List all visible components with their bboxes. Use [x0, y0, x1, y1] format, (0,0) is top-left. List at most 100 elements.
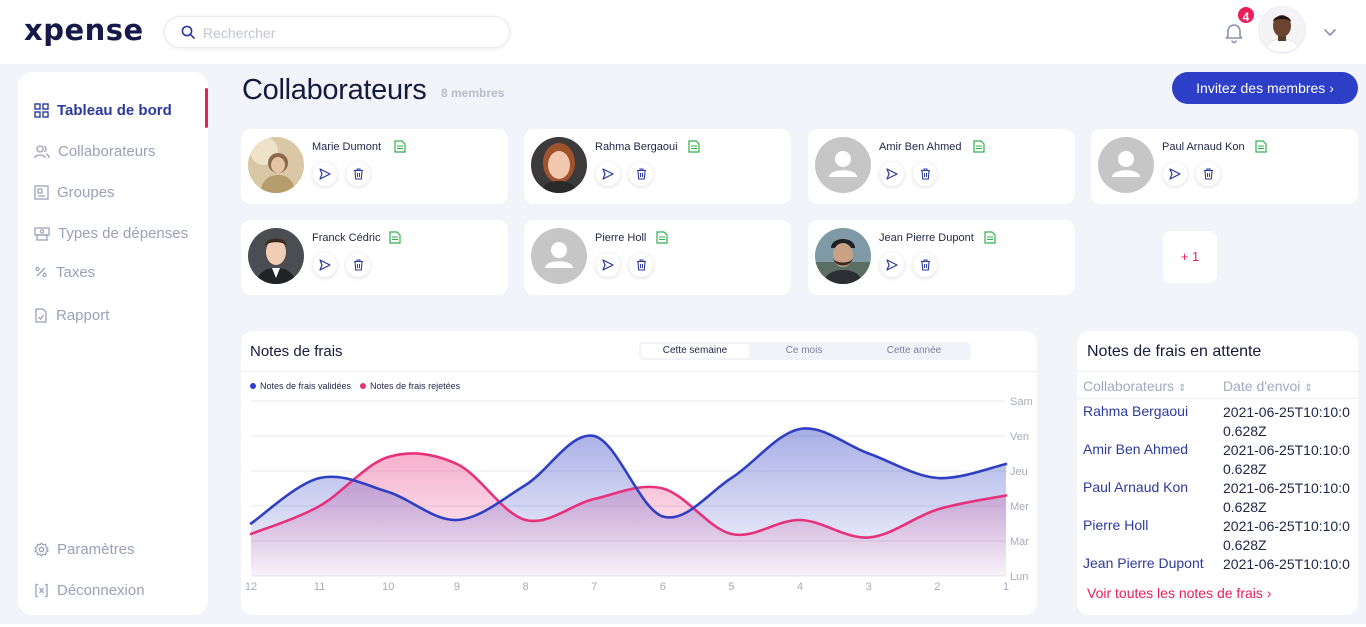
- x-tick-label: 8: [522, 581, 528, 593]
- send-icon: [602, 259, 614, 271]
- delete-button[interactable]: [913, 162, 937, 186]
- delete-button[interactable]: [913, 253, 937, 277]
- document-icon[interactable]: [394, 140, 406, 153]
- legend-item-validated[interactable]: Notes de frais validées: [250, 381, 351, 391]
- column-label: Date d'envoi: [1223, 378, 1301, 394]
- sidebar-item-dashboard[interactable]: Tableau de bord: [34, 99, 172, 121]
- period-year[interactable]: Cette année: [859, 344, 969, 358]
- member-name[interactable]: Pierre Holl: [595, 232, 646, 244]
- page-title: Collaborateurs: [242, 74, 427, 106]
- table-row-name[interactable]: Rahma Bergaoui: [1083, 403, 1188, 419]
- y-tick-label: Mer: [1010, 501, 1029, 513]
- more-members-button[interactable]: + 1: [1163, 231, 1217, 283]
- document-icon[interactable]: [973, 140, 985, 153]
- member-card: Jean Pierre Dupont: [808, 220, 1075, 295]
- y-tick-label: Lun: [1010, 571, 1028, 583]
- sidebar-item-rapport[interactable]: Rapport: [34, 304, 109, 326]
- period-week[interactable]: Cette semaine: [641, 344, 749, 358]
- sidebar-item-types-depenses[interactable]: Types de dépenses: [34, 222, 188, 244]
- column-header-date[interactable]: Date d'envoi ⇕: [1223, 378, 1313, 394]
- send-button[interactable]: [313, 162, 337, 186]
- x-tick-label: 4: [797, 581, 803, 593]
- trash-icon: [636, 168, 646, 180]
- users-icon: [34, 144, 50, 158]
- column-header-collaborateurs[interactable]: Collaborateurs ⇕: [1083, 378, 1186, 394]
- send-button[interactable]: [596, 162, 620, 186]
- member-name[interactable]: Franck Cédric: [312, 232, 380, 244]
- member-card: Franck Cédric: [241, 220, 508, 295]
- sidebar-item-parametres[interactable]: Paramètres: [34, 538, 135, 560]
- sort-icon: ⇕: [1304, 383, 1313, 394]
- document-icon[interactable]: [1255, 140, 1267, 153]
- pending-title: Notes de frais en attente: [1087, 343, 1262, 360]
- table-row-date: 2021-06-25T10:10:00.628Z: [1223, 480, 1350, 515]
- table-row-name[interactable]: Paul Arnaud Kon: [1083, 479, 1188, 495]
- document-icon[interactable]: [389, 231, 401, 244]
- see-all-link[interactable]: Voir toutes les notes de frais ›: [1087, 585, 1271, 601]
- table-row-name[interactable]: Amir Ben Ahmed: [1083, 441, 1188, 457]
- pending-table: Rahma Bergaoui 2021-06-25T10:10:00.628Z …: [1077, 401, 1358, 571]
- period-month[interactable]: Ce mois: [751, 344, 857, 358]
- send-button[interactable]: [880, 253, 904, 277]
- delete-button[interactable]: [629, 253, 653, 277]
- search-box[interactable]: [164, 16, 510, 48]
- sidebar-item-label: Types de dépenses: [58, 224, 189, 242]
- user-avatar[interactable]: [1258, 6, 1306, 54]
- percent-icon: [35, 266, 47, 278]
- send-icon: [602, 168, 614, 180]
- delete-button[interactable]: [629, 162, 653, 186]
- member-photo-placeholder: [531, 228, 587, 284]
- member-card: Amir Ben Ahmed: [808, 129, 1075, 204]
- divider: [1077, 371, 1358, 372]
- send-button[interactable]: [596, 253, 620, 277]
- document-icon[interactable]: [656, 231, 668, 244]
- gear-icon: [34, 541, 49, 557]
- table-row-date: 2021-06-25T10:10:00.628Z: [1223, 556, 1350, 571]
- member-name[interactable]: Amir Ben Ahmed: [879, 141, 962, 153]
- send-button[interactable]: [1163, 162, 1187, 186]
- sidebar-item-label: Déconnexion: [57, 581, 145, 599]
- table-row-date: 2021-06-25T10:10:00.628Z: [1223, 442, 1350, 477]
- sidebar-item-groupes[interactable]: Groupes: [34, 181, 115, 203]
- table-row-name[interactable]: Jean Pierre Dupont: [1083, 555, 1204, 571]
- member-name[interactable]: Paul Arnaud Kon: [1162, 141, 1245, 153]
- logout-icon: [35, 583, 48, 597]
- delete-button[interactable]: [346, 253, 370, 277]
- legend-label: Notes de frais rejetées: [370, 381, 461, 391]
- document-icon[interactable]: [984, 231, 996, 244]
- delete-button[interactable]: [346, 162, 370, 186]
- send-button[interactable]: [313, 253, 337, 277]
- cash-register-icon: [34, 226, 50, 241]
- member-photo: [248, 228, 304, 284]
- table-row-name[interactable]: Pierre Holl: [1083, 517, 1148, 533]
- report-icon: [35, 307, 47, 323]
- send-button[interactable]: [880, 162, 904, 186]
- x-tick-label: 1: [1003, 581, 1009, 593]
- member-photo: [248, 137, 304, 193]
- sidebar-item-taxes[interactable]: Taxes: [34, 261, 95, 283]
- member-card: Rahma Bergaoui: [524, 129, 791, 204]
- members-count: 8 membres: [441, 86, 505, 100]
- sidebar-item-collaborateurs[interactable]: Collaborateurs: [34, 140, 156, 162]
- chart-legend: Notes de frais validées Notes de frais r…: [250, 381, 469, 391]
- member-name[interactable]: Rahma Bergaoui: [595, 141, 678, 153]
- invite-members-button[interactable]: Invitez des membres ›: [1172, 72, 1358, 104]
- app-logo[interactable]: xpense: [24, 13, 144, 47]
- trash-icon: [636, 259, 646, 271]
- chevron-down-icon[interactable]: [1322, 24, 1338, 40]
- sidebar-item-label: Tableau de bord: [57, 101, 172, 119]
- pending-expenses-panel: Notes de frais en attente Collaborateurs…: [1077, 331, 1358, 615]
- sidebar-item-deconnexion[interactable]: Déconnexion: [34, 579, 145, 601]
- delete-button[interactable]: [1196, 162, 1220, 186]
- legend-label: Notes de frais validées: [260, 381, 352, 391]
- send-icon: [319, 259, 331, 271]
- series-area-validated: [251, 428, 1006, 576]
- legend-item-rejected[interactable]: Notes de frais rejetées: [360, 381, 460, 391]
- member-name[interactable]: Jean Pierre Dupont: [879, 232, 974, 244]
- divider: [241, 371, 1037, 372]
- search-input[interactable]: [203, 23, 493, 43]
- expenses-chart-panel: Notes de frais Cette semaine Ce mois Cet…: [241, 331, 1037, 615]
- member-card: Marie Dumont: [241, 129, 508, 204]
- member-name[interactable]: Marie Dumont: [312, 141, 381, 153]
- document-icon[interactable]: [688, 140, 700, 153]
